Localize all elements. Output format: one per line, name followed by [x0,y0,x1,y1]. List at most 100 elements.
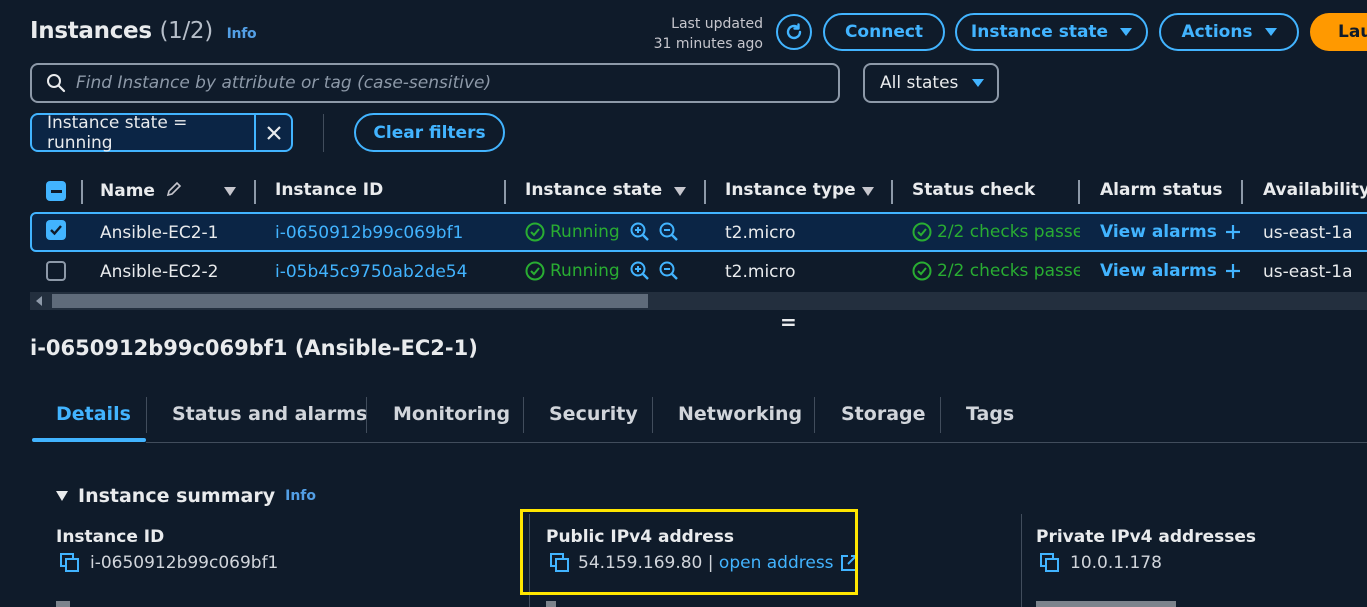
launch-label: Lau [1338,22,1367,42]
actions-button[interactable]: Actions [1159,13,1299,51]
tab-separator [814,397,815,433]
clipped-label [546,601,556,607]
status-check-text: 2/2 checks passec [937,222,1080,242]
resize-handle[interactable]: = [780,310,797,334]
connect-label: Connect [844,22,924,42]
divider [323,114,324,152]
caret-down-icon [972,79,985,87]
sort-icon[interactable] [674,187,686,196]
plus-icon [1225,225,1240,239]
info-link[interactable]: Info [285,488,316,504]
last-updated-time: 31 minutes ago [653,36,763,52]
instance-summary-header[interactable]: Instance summary Info [56,485,316,507]
sort-icon[interactable] [862,187,874,196]
refresh-icon [786,23,802,40]
clipped-label [56,601,70,607]
tab-networking[interactable]: Networking [678,403,802,425]
last-updated: Last updated 31 minutes ago [654,14,763,54]
scroll-left-icon[interactable] [36,296,42,306]
clear-filters-button[interactable]: Clear filters [354,113,505,152]
check-circle-icon [525,222,545,242]
plus-icon [1225,264,1240,278]
clear-filters-label: Clear filters [373,122,486,143]
caret-down-icon [56,491,68,501]
column-header-availability-zone[interactable]: Availability Z [1263,180,1367,200]
status-check: 2/2 checks passec [912,222,1080,242]
selection-count: (1/2) [159,18,213,44]
private-ip-text: 10.0.1.178 [1070,553,1162,573]
connect-button[interactable]: Connect [823,13,945,51]
column-header-name[interactable]: Name [100,180,183,201]
page-title-text: Instances [30,18,152,44]
column-header-alarm-status[interactable]: Alarm status [1100,180,1223,200]
select-all-checkbox[interactable] [46,181,66,201]
instance-id-link[interactable]: i-0650912b99c069bf1 [275,223,463,243]
refresh-button[interactable] [776,14,812,50]
zoom-in-icon[interactable] [629,260,651,282]
sort-icon[interactable] [224,187,236,196]
zoom-in-icon[interactable] [629,221,651,243]
launch-instances-button[interactable]: Lau [1310,13,1367,51]
state-filter-select[interactable]: All states [863,63,999,103]
column-header-label: Name [100,181,155,201]
column-separator [81,180,83,204]
zoom-out-icon[interactable] [658,260,680,282]
view-alarms-link[interactable]: View alarms [1100,222,1241,242]
column-separator [254,180,256,204]
close-icon [266,125,281,140]
indeterminate-icon [50,189,62,193]
actions-label: Actions [1181,22,1253,42]
column-header-instance-state[interactable]: Instance state [525,180,662,200]
section-title: Instance summary [78,485,276,507]
row-checkbox[interactable] [46,220,66,240]
tab-separator [652,397,653,433]
tab-security[interactable]: Security [549,403,638,425]
search-input[interactable]: Find Instance by attribute or tag (case-… [30,63,840,103]
zoom-out-icon[interactable] [658,221,680,243]
instance-state: Running [525,222,620,242]
tab-details[interactable]: Details [56,403,131,425]
status-check-text: 2/2 checks passec [937,261,1080,281]
check-circle-icon [912,222,932,242]
instance-name: Ansible-EC2-2 [100,262,219,282]
tab-status-and-alarms[interactable]: Status and alarms [172,403,367,425]
instance-state-text: Running [550,222,620,242]
info-link[interactable]: Info [227,26,257,42]
detail-heading: i-0650912b99c069bf1 (Ansible-EC2-1) [30,336,478,360]
view-alarms-text: View alarms [1100,222,1217,242]
tab-tags[interactable]: Tags [966,403,1014,425]
instance-state-text: Running [550,261,620,281]
instance-id-value: i-0650912b99c069bf1 [60,553,278,573]
filter-token: Instance state = running [30,113,293,153]
column-header-status-check[interactable]: Status check [912,180,1035,200]
scrollbar-thumb[interactable] [52,294,648,308]
private-ip-value: 10.0.1.178 [1040,553,1162,573]
tab-monitoring[interactable]: Monitoring [393,403,510,425]
check-circle-icon [912,261,932,281]
column-separator [1241,180,1243,204]
row-checkbox[interactable] [46,261,66,281]
view-alarms-link[interactable]: View alarms [1100,261,1241,281]
caret-down-icon [1120,28,1133,36]
column-header-instance-id[interactable]: Instance ID [275,180,383,200]
instance-type: t2.micro [725,262,796,282]
tab-separator [366,397,367,433]
column-header-instance-type[interactable]: Instance type [725,180,856,200]
last-updated-label: Last updated [671,16,763,32]
copy-icon[interactable] [1040,553,1060,573]
copy-icon[interactable] [60,553,80,573]
instance-id-link[interactable]: i-05b45c9750ab2de54 [275,262,467,282]
instance-id-text: i-0650912b99c069bf1 [90,553,279,573]
remove-filter-button[interactable] [254,115,291,150]
clipped-label [1036,601,1176,607]
search-icon [47,74,66,93]
tab-separator [146,397,147,433]
instance-state-button[interactable]: Instance state [955,13,1148,51]
column-separator [504,180,506,204]
state-filter-value: All states [880,73,959,93]
column-separator [1078,180,1080,204]
tab-separator [523,397,524,433]
search-placeholder: Find Instance by attribute or tag (case-… [76,73,492,93]
column-separator [891,180,893,204]
tab-storage[interactable]: Storage [841,403,926,425]
